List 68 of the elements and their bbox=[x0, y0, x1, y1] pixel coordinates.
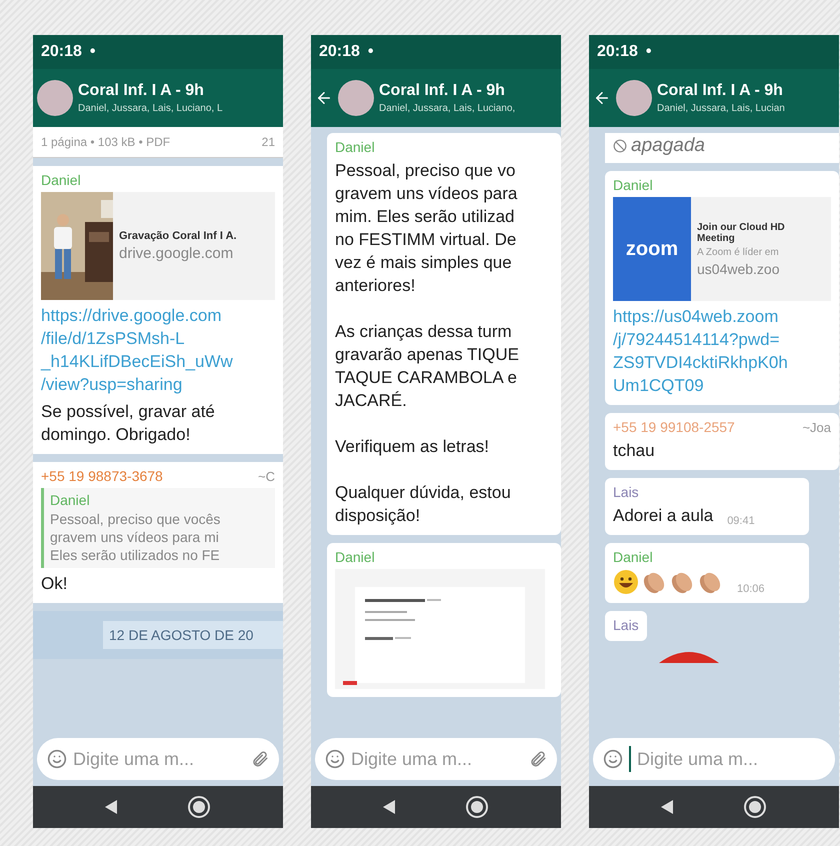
composer-bar[interactable]: Digite uma m... bbox=[315, 738, 557, 780]
grinning-face-icon bbox=[613, 569, 639, 595]
message-time: 10:06 bbox=[737, 583, 765, 595]
message-field[interactable]: Digite uma m... bbox=[637, 748, 825, 770]
sender-name: Daniel bbox=[41, 172, 82, 188]
message-time: 09:41 bbox=[727, 515, 755, 527]
message-field[interactable]: Digite uma m... bbox=[351, 748, 523, 770]
member-list: Daniel, Jussara, Lais, Lucian bbox=[657, 103, 785, 114]
chat-title[interactable]: Coral Inf. I A - 9h bbox=[78, 82, 223, 100]
emoji-icon[interactable] bbox=[47, 749, 67, 769]
sender-name: Daniel bbox=[335, 139, 376, 155]
chat-title[interactable]: Coral Inf. I A - 9h bbox=[379, 82, 516, 100]
sender-alias: ~Joa bbox=[802, 420, 831, 434]
back-icon[interactable] bbox=[661, 800, 673, 814]
preview-domain: us04web.zoo bbox=[697, 260, 781, 276]
back-icon[interactable] bbox=[593, 89, 611, 107]
message-text: Se possível, gravar até domingo. Obrigado! bbox=[41, 401, 216, 446]
quote-text: Pessoal, preciso que vocês gravem uns vídeos para mi Eles serão utilizados no FE bbox=[50, 510, 222, 564]
message-text: Pessoal, preciso que vo gravem uns vídeos para mim. Eles serão utilizad no FESTIMM virtual. De vez é mais simples que anteriores! As crianças dessa turm gravarão apenas TIQUE TAQUE CARAMBOLA e JACARÉ. Verifiquem as letras! Qualquer dúvida, estou disposição! bbox=[335, 160, 520, 527]
logo: zoom bbox=[613, 197, 691, 301]
file-meta: 1 página • 103 kB • PDF bbox=[41, 135, 170, 149]
sender-name: Daniel bbox=[335, 549, 376, 565]
sender-name: Lais bbox=[613, 617, 639, 633]
member-list: Daniel, Jussara, Lais, Luciano, bbox=[379, 103, 516, 114]
preview-description: A Zoom é líder em bbox=[697, 246, 780, 258]
attach-icon[interactable] bbox=[529, 750, 547, 768]
message-text: Adorei a aula bbox=[613, 505, 714, 527]
sender-name: +55 19 98873-3678 bbox=[41, 468, 163, 484]
link-preview[interactable]: zoom Join our Cloud HD Meeting A Zoom é líder em us04web.zoo bbox=[613, 197, 831, 301]
preview-domain: drive.google.com bbox=[119, 245, 234, 262]
emoji-icon[interactable] bbox=[325, 749, 345, 769]
clock: 20:18 bbox=[319, 43, 360, 61]
sender-name: Lais bbox=[613, 484, 640, 500]
message-text: apagada bbox=[631, 135, 705, 157]
emoji-icon[interactable] bbox=[603, 749, 623, 769]
notification-dot: • bbox=[90, 43, 96, 61]
notification-dot: • bbox=[646, 43, 652, 61]
back-icon[interactable] bbox=[105, 800, 117, 814]
notification-dot: • bbox=[368, 43, 374, 61]
attach-icon[interactable] bbox=[251, 750, 269, 768]
back-icon[interactable] bbox=[383, 800, 395, 814]
preview-title: Gravação Coral Inf I A. bbox=[119, 230, 237, 242]
sender-alias: ~C bbox=[258, 468, 275, 484]
home-icon[interactable] bbox=[187, 795, 211, 819]
home-icon[interactable] bbox=[465, 795, 489, 819]
sender-name: Daniel bbox=[613, 177, 654, 193]
sender-name: +55 19 99108-2557 bbox=[613, 419, 735, 435]
back-icon[interactable] bbox=[315, 89, 333, 107]
message-text: tchau bbox=[613, 440, 656, 462]
chat-title[interactable]: Coral Inf. I A - 9h bbox=[657, 82, 785, 100]
avatar[interactable] bbox=[37, 80, 73, 116]
avatar[interactable] bbox=[616, 80, 652, 116]
member-list: Daniel, Jussara, Lais, Luciano, L bbox=[78, 103, 223, 114]
avatar[interactable] bbox=[338, 80, 374, 116]
quote-sender: Daniel bbox=[50, 492, 91, 508]
preview-title: Join our Cloud HD Meeting bbox=[697, 222, 785, 244]
clock: 20:18 bbox=[597, 43, 638, 61]
home-icon[interactable] bbox=[743, 795, 767, 819]
message-time: 21 bbox=[262, 135, 275, 149]
date-chip: 12 DE AGOSTO DE 20 bbox=[103, 621, 283, 649]
sender-name: Daniel bbox=[613, 549, 654, 565]
message-field[interactable]: Digite uma m... bbox=[73, 748, 245, 770]
composer-bar[interactable]: Digite uma m... bbox=[593, 738, 835, 780]
clock: 20:18 bbox=[41, 43, 82, 61]
link-preview[interactable]: Gravação Coral Inf I A. drive.google.com bbox=[41, 192, 275, 300]
deleted-icon bbox=[613, 139, 627, 153]
message-text: Ok! bbox=[41, 573, 68, 595]
composer-bar[interactable]: Digite uma m... bbox=[37, 738, 279, 780]
